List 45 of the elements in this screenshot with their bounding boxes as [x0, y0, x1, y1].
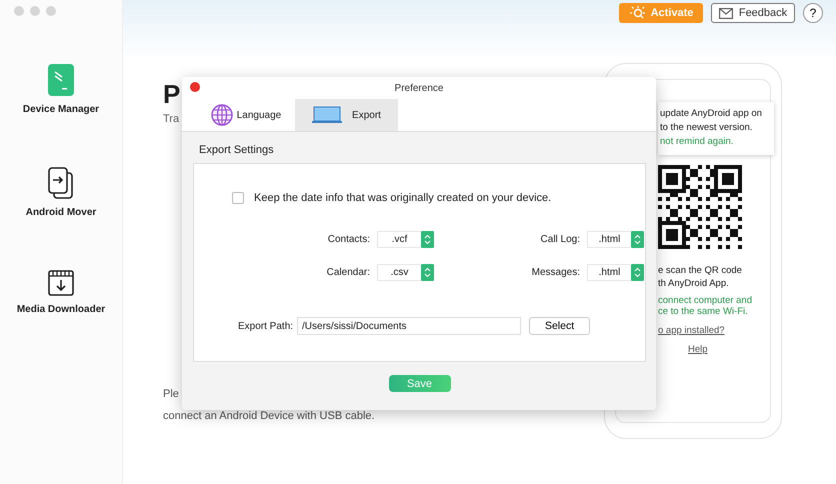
stepper-icon [421, 264, 434, 281]
page-subtitle: Tra [163, 113, 180, 125]
tooltip-text: update AnyDroid app on [660, 108, 763, 119]
instruction-text: th AnyDroid App. [658, 278, 729, 289]
format-label: Calendar: [326, 267, 370, 278]
no-app-link[interactable]: o app installed? [658, 325, 725, 336]
download-icon [48, 270, 74, 296]
page-title: P [163, 79, 180, 109]
format-label: Call Log: [540, 234, 580, 245]
sidebar-item[interactable]: Device Manager [6, 58, 116, 121]
instruction-text: e scan the QR code [658, 265, 742, 276]
dialog-title: Preference [394, 82, 444, 94]
keep-date-checkbox[interactable] [232, 192, 244, 204]
transfer-icon [48, 167, 74, 199]
mail-icon [718, 8, 733, 18]
format-select[interactable]: .html [587, 231, 644, 248]
hint-text: connect an Android Device with USB cable. [163, 410, 375, 422]
tooltip-link[interactable]: not remind again. [660, 136, 770, 147]
format-label: Messages: [532, 267, 580, 278]
sidebar-item[interactable]: Android Mover [6, 161, 116, 224]
globe-icon [210, 104, 233, 126]
hint-text: Ple [163, 388, 179, 400]
help-button[interactable]: ? [803, 3, 823, 23]
tooltip-text: to the newest version. [660, 122, 754, 133]
checkbox-label: Keep the date info that was originally created on your device. [254, 192, 552, 204]
format-select[interactable]: .vcf [377, 231, 434, 248]
phone-icon [48, 64, 74, 96]
feedback-button[interactable]: Feedback [711, 3, 795, 23]
help-link[interactable]: Help [688, 344, 708, 355]
format-select[interactable]: .csv [377, 264, 434, 281]
path-label: Export Path: [238, 320, 294, 332]
laptop-icon [312, 106, 342, 124]
wifi-note: ce to the same Wi-Fi. [658, 306, 749, 317]
preference-tab[interactable]: Export [295, 99, 398, 131]
format-select[interactable]: .html [587, 264, 644, 281]
wifi-note: connect computer and [658, 295, 752, 306]
sidebar-item[interactable]: Media Downloader [6, 264, 116, 321]
close-button[interactable] [190, 82, 200, 92]
format-label: Contacts: [328, 234, 370, 245]
stepper-icon [421, 231, 434, 248]
select-button[interactable]: Select [529, 317, 590, 335]
preference-tab[interactable]: Language [197, 99, 295, 131]
export-path-field[interactable]: /Users/sissi/Documents [297, 317, 522, 335]
section-title: Export Settings [199, 144, 275, 156]
window-controls-icon[interactable] [14, 6, 56, 16]
